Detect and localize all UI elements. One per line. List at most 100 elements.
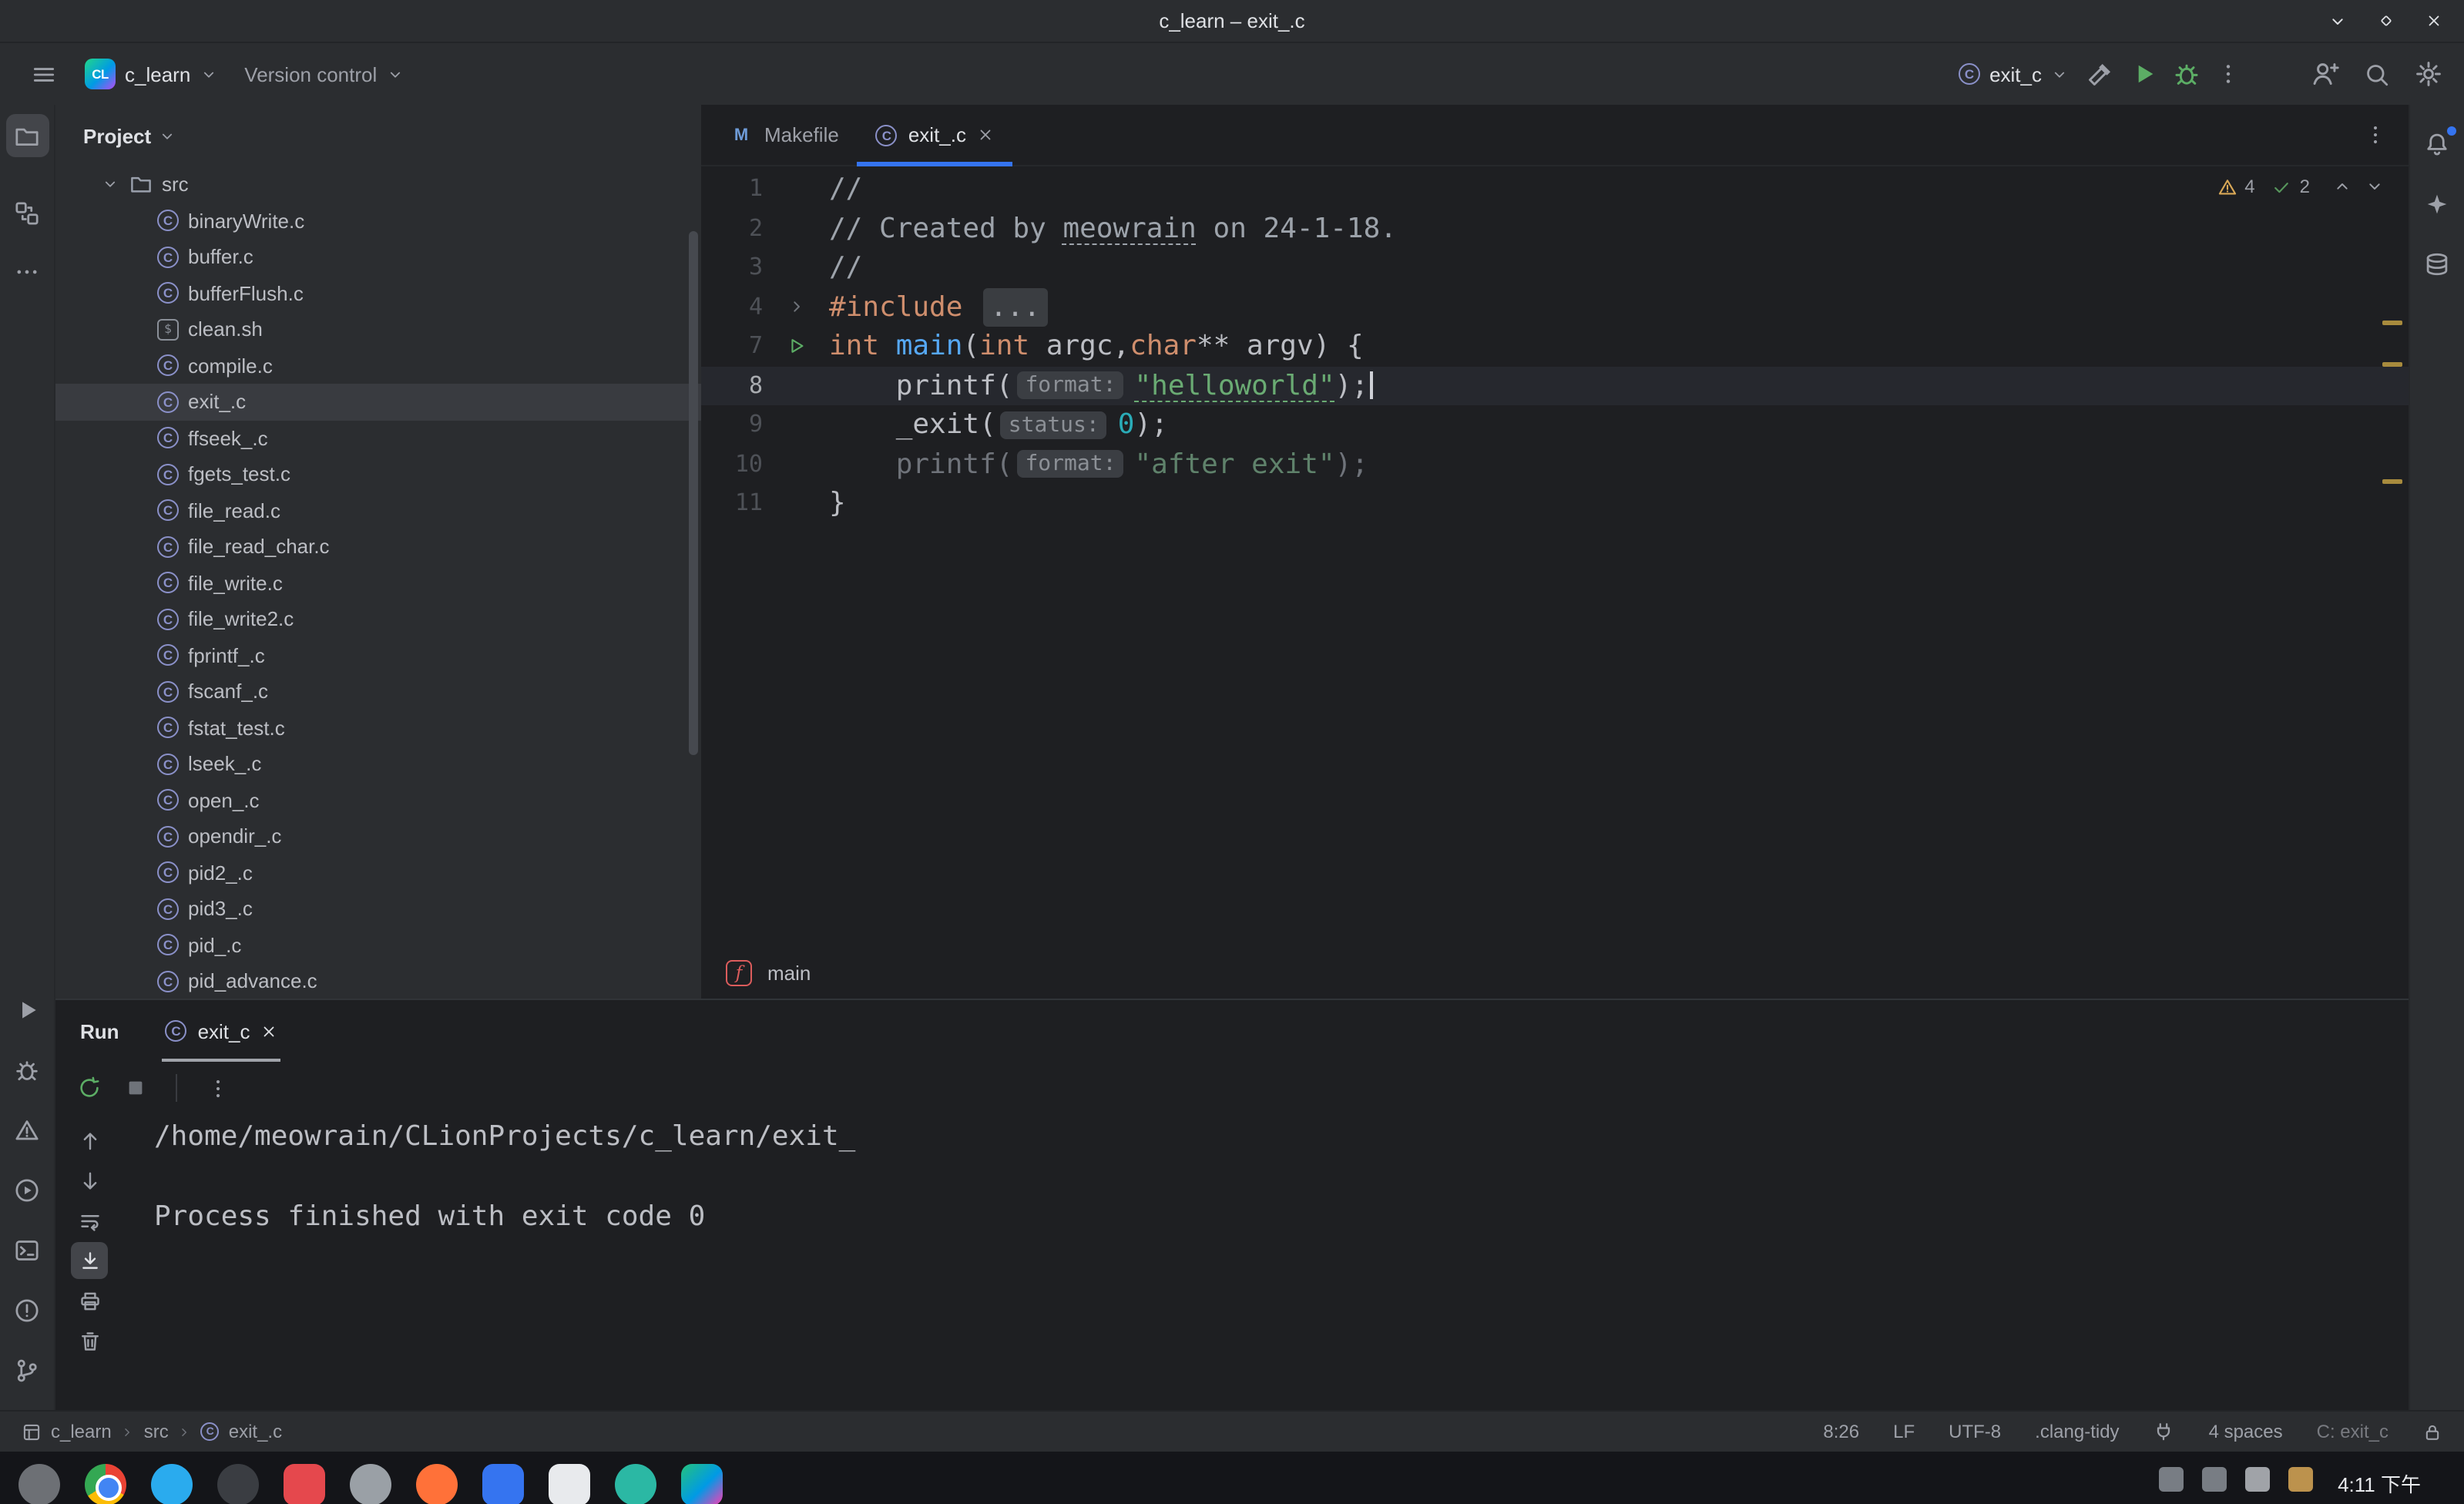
- close-run-tab-icon[interactable]: [261, 1022, 278, 1039]
- taskbar-app-gray-app[interactable]: [350, 1464, 391, 1504]
- debug-tool[interactable]: [5, 1049, 49, 1092]
- tree-item-file_read_char.c[interactable]: Cfile_read_char.c: [55, 529, 701, 565]
- run-tool[interactable]: [5, 989, 49, 1032]
- taskbar-app-teal-app[interactable]: [615, 1464, 656, 1504]
- softwrap-button[interactable]: [71, 1202, 108, 1239]
- warning-stripe-mark[interactable]: [2382, 362, 2402, 367]
- scrollend-button[interactable]: [71, 1242, 108, 1279]
- warning-stripe-mark[interactable]: [2382, 479, 2402, 484]
- build-icon[interactable]: [2086, 60, 2114, 88]
- code-line[interactable]: 9 _exit(status:0);: [701, 405, 2409, 445]
- taskbar-app-settings-app[interactable]: [18, 1464, 60, 1504]
- code-line[interactable]: 1//: [701, 170, 2409, 209]
- code-line[interactable]: 8 printf(format:"helloworld");: [701, 366, 2409, 405]
- chevron-right-icon[interactable]: [787, 298, 805, 317]
- chevron-down-icon[interactable]: [99, 176, 120, 193]
- editor-options-icon[interactable]: [2342, 123, 2409, 146]
- tree-item-open_.c[interactable]: Copen_.c: [55, 782, 701, 818]
- tree-item-fstat_test.c[interactable]: Cfstat_test.c: [55, 710, 701, 746]
- line-separator[interactable]: LF: [1893, 1421, 1915, 1442]
- indent-style[interactable]: 4 spaces: [2209, 1421, 2283, 1442]
- tree-item-file_write2.c[interactable]: Cfile_write2.c: [55, 601, 701, 637]
- status-breadcrumb-src[interactable]: src: [144, 1421, 169, 1442]
- notifications[interactable]: [2415, 123, 2459, 166]
- inspections-tool[interactable]: [5, 1289, 49, 1332]
- run-more-options-button[interactable]: [199, 1069, 236, 1106]
- code-line[interactable]: 10 printf(format:"after exit");: [701, 445, 2409, 484]
- clock[interactable]: 4:11 下午: [2338, 1469, 2421, 1498]
- code-line[interactable]: 2// Created by meowrain on 24-1-18.: [701, 209, 2409, 248]
- status-breadcrumb-file[interactable]: C exit_.c: [201, 1421, 282, 1442]
- taskbar-app-chrome[interactable]: [85, 1464, 126, 1504]
- tray-icon-1[interactable]: [2159, 1467, 2184, 1492]
- status-breadcrumb-project[interactable]: c_learn: [22, 1421, 112, 1442]
- code-line[interactable]: 4#include ...: [701, 287, 2409, 327]
- tray-icon-2[interactable]: [2202, 1467, 2227, 1492]
- close-window-icon[interactable]: [2425, 12, 2442, 29]
- version-control-tool[interactable]: [5, 1349, 49, 1392]
- tree-item-binaryWrite.c[interactable]: CbinaryWrite.c: [55, 203, 701, 239]
- warning-stripe-mark[interactable]: [2382, 321, 2402, 325]
- clang-tidy-widget[interactable]: .clang-tidy: [2035, 1421, 2119, 1442]
- code-with-me-icon[interactable]: [2311, 60, 2339, 88]
- taskbar-app-blue-app[interactable]: [482, 1464, 524, 1504]
- taskbar-app-clion[interactable]: [681, 1464, 723, 1504]
- tree-item-buffer.c[interactable]: Cbuffer.c: [55, 239, 701, 275]
- printer-button[interactable]: [71, 1282, 108, 1319]
- terminal-tool[interactable]: [5, 1229, 49, 1272]
- tree-item-pid3_.c[interactable]: Cpid3_.c: [55, 891, 701, 927]
- project-scrollbar[interactable]: [689, 231, 698, 755]
- code-line[interactable]: 7int main(int argc,char** argv) {: [701, 327, 2409, 366]
- close-tab-icon[interactable]: [977, 126, 994, 143]
- tree-item-src[interactable]: src: [55, 166, 701, 203]
- main-menu-button[interactable]: [22, 52, 66, 96]
- ai-assistant[interactable]: [2415, 183, 2459, 226]
- maximize-icon[interactable]: [2378, 12, 2395, 29]
- tree-item-ffseek_.c[interactable]: Cffseek_.c: [55, 420, 701, 456]
- toolchain-widget[interactable]: C: exit_c: [2317, 1421, 2388, 1442]
- taskbar-app-firefox[interactable]: [416, 1464, 458, 1504]
- tree-item-file_write.c[interactable]: Cfile_write.c: [55, 565, 701, 601]
- problems-tool[interactable]: [5, 1109, 49, 1152]
- next-problem-icon[interactable]: [2365, 177, 2384, 196]
- breadcrumb-function[interactable]: main: [767, 961, 811, 984]
- tree-item-pid_advance.c[interactable]: Cpid_advance.c: [55, 963, 701, 999]
- run-configuration-selector[interactable]: C exit_c: [1949, 52, 2077, 96]
- trash-button[interactable]: [71, 1322, 108, 1359]
- stop-button[interactable]: [117, 1069, 154, 1106]
- tray-icon-3[interactable]: [2245, 1467, 2270, 1492]
- search-everywhere-icon[interactable]: [2364, 61, 2390, 87]
- caret-position[interactable]: 8:26: [1823, 1421, 1859, 1442]
- tree-item-fscanf_.c[interactable]: Cfscanf_.c: [55, 673, 701, 710]
- database[interactable]: [2415, 243, 2459, 286]
- tree-item-clean.sh[interactable]: $clean.sh: [55, 311, 701, 347]
- taskbar-app-dark-app[interactable]: [217, 1464, 259, 1504]
- project-tool[interactable]: [5, 114, 49, 157]
- tree-item-compile.c[interactable]: Ccompile.c: [55, 347, 701, 384]
- vcs-widget[interactable]: Version control: [235, 52, 412, 96]
- run-tab-exit-c[interactable]: C exit_c: [153, 1000, 290, 1062]
- plugin-status-icon[interactable]: [2153, 1421, 2175, 1442]
- code-line[interactable]: 3//: [701, 248, 2409, 287]
- tree-item-pid2_.c[interactable]: Cpid2_.c: [55, 854, 701, 891]
- tab-exit-c[interactable]: C exit_.c: [858, 104, 1012, 166]
- tree-item-bufferFlush.c[interactable]: CbufferFlush.c: [55, 275, 701, 311]
- tree-item-lseek_.c[interactable]: Clseek_.c: [55, 746, 701, 782]
- tree-item-fgets_test.c[interactable]: Cfgets_test.c: [55, 456, 701, 492]
- taskbar-app-light-app[interactable]: [549, 1464, 590, 1504]
- lock-icon[interactable]: [2422, 1422, 2442, 1442]
- taskbar-app-red-app[interactable]: [284, 1464, 325, 1504]
- tree-item-pid_.c[interactable]: Cpid_.c: [55, 927, 701, 963]
- services-tool[interactable]: [5, 1169, 49, 1212]
- more-actions-icon[interactable]: [2216, 62, 2241, 86]
- taskbar-app-telegram[interactable]: [151, 1464, 193, 1504]
- more-tool-windows[interactable]: [5, 250, 49, 293]
- chevron-down-icon[interactable]: [159, 127, 176, 144]
- inspections-widget[interactable]: 4 2: [2217, 176, 2384, 197]
- file-encoding[interactable]: UTF-8: [1949, 1421, 2001, 1442]
- play-outline-icon[interactable]: [786, 337, 806, 357]
- run-icon[interactable]: [2130, 60, 2157, 88]
- tree-item-opendir_.c[interactable]: Copendir_.c: [55, 818, 701, 854]
- debug-icon[interactable]: [2173, 60, 2200, 88]
- project-selector[interactable]: CL c_learn: [76, 52, 226, 96]
